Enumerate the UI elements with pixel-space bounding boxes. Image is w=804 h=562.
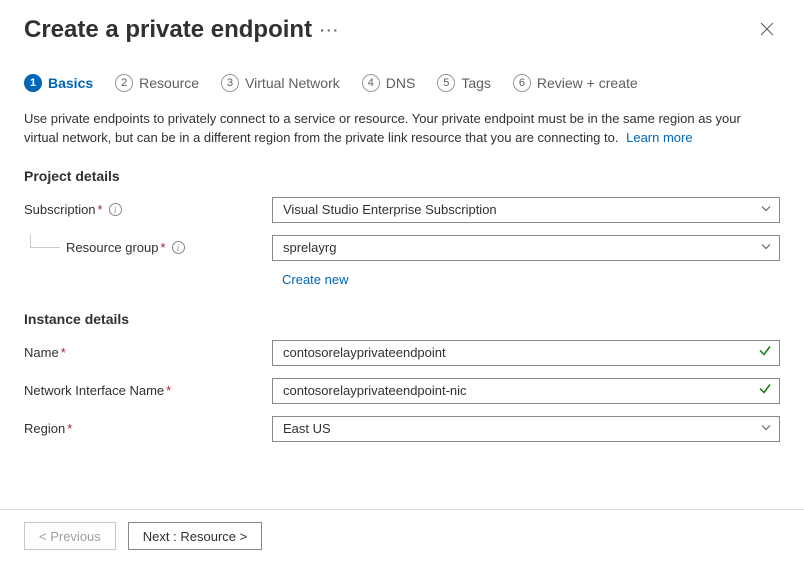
step-number: 5 (437, 74, 455, 92)
subscription-select[interactable]: Visual Studio Enterprise Subscription (272, 197, 780, 223)
resource-group-value: sprelayrg (283, 240, 336, 255)
previous-button: < Previous (24, 522, 116, 550)
tab-basics[interactable]: 1 Basics (24, 74, 93, 92)
tab-resource[interactable]: 2 Resource (115, 74, 199, 92)
indent-line (30, 234, 60, 248)
step-label: Basics (48, 75, 93, 91)
resource-group-select[interactable]: sprelayrg (272, 235, 780, 261)
step-label: DNS (386, 75, 416, 91)
name-label: Name (24, 345, 59, 360)
name-value: contosorelayprivateendpoint (283, 345, 446, 360)
chevron-down-icon (760, 202, 772, 217)
check-icon (758, 343, 772, 362)
info-icon[interactable]: i (109, 203, 122, 216)
wizard-stepper: 1 Basics 2 Resource 3 Virtual Network 4 … (24, 74, 780, 92)
step-number: 6 (513, 74, 531, 92)
description-text: Use private endpoints to privately conne… (24, 110, 764, 148)
info-icon[interactable]: i (172, 241, 185, 254)
required-indicator: * (67, 421, 72, 436)
step-label: Review + create (537, 75, 638, 91)
resource-group-label: Resource group (66, 240, 159, 255)
region-label: Region (24, 421, 65, 436)
nic-label: Network Interface Name (24, 383, 164, 398)
check-icon (758, 381, 772, 400)
step-label: Tags (461, 75, 491, 91)
chevron-down-icon (760, 240, 772, 255)
subscription-value: Visual Studio Enterprise Subscription (283, 202, 497, 217)
footer: < Previous Next : Resource > (0, 509, 804, 562)
close-icon[interactable] (754, 20, 780, 41)
required-indicator: * (166, 383, 171, 398)
nic-value: contosorelayprivateendpoint-nic (283, 383, 467, 398)
tab-dns[interactable]: 4 DNS (362, 74, 416, 92)
required-indicator: * (98, 202, 103, 217)
step-label: Resource (139, 75, 199, 91)
create-new-link[interactable]: Create new (24, 272, 780, 287)
learn-more-link[interactable]: Learn more (626, 130, 692, 145)
tab-review-create[interactable]: 6 Review + create (513, 74, 638, 92)
step-number: 2 (115, 74, 133, 92)
name-input[interactable]: contosorelayprivateendpoint (272, 340, 780, 366)
step-number: 1 (24, 74, 42, 92)
section-instance-details: Instance details (24, 311, 780, 327)
step-number: 3 (221, 74, 239, 92)
chevron-down-icon (760, 421, 772, 436)
step-number: 4 (362, 74, 380, 92)
subscription-label: Subscription (24, 202, 96, 217)
section-project-details: Project details (24, 168, 780, 184)
next-button[interactable]: Next : Resource > (128, 522, 262, 550)
page-title: Create a private endpoint (24, 16, 312, 44)
tab-virtual-network[interactable]: 3 Virtual Network (221, 74, 340, 92)
required-indicator: * (161, 240, 166, 255)
region-value: East US (283, 421, 331, 436)
tab-tags[interactable]: 5 Tags (437, 74, 491, 92)
nic-input[interactable]: contosorelayprivateendpoint-nic (272, 378, 780, 404)
required-indicator: * (61, 345, 66, 360)
more-actions-button[interactable]: ··· (320, 22, 340, 38)
step-label: Virtual Network (245, 75, 340, 91)
region-select[interactable]: East US (272, 416, 780, 442)
